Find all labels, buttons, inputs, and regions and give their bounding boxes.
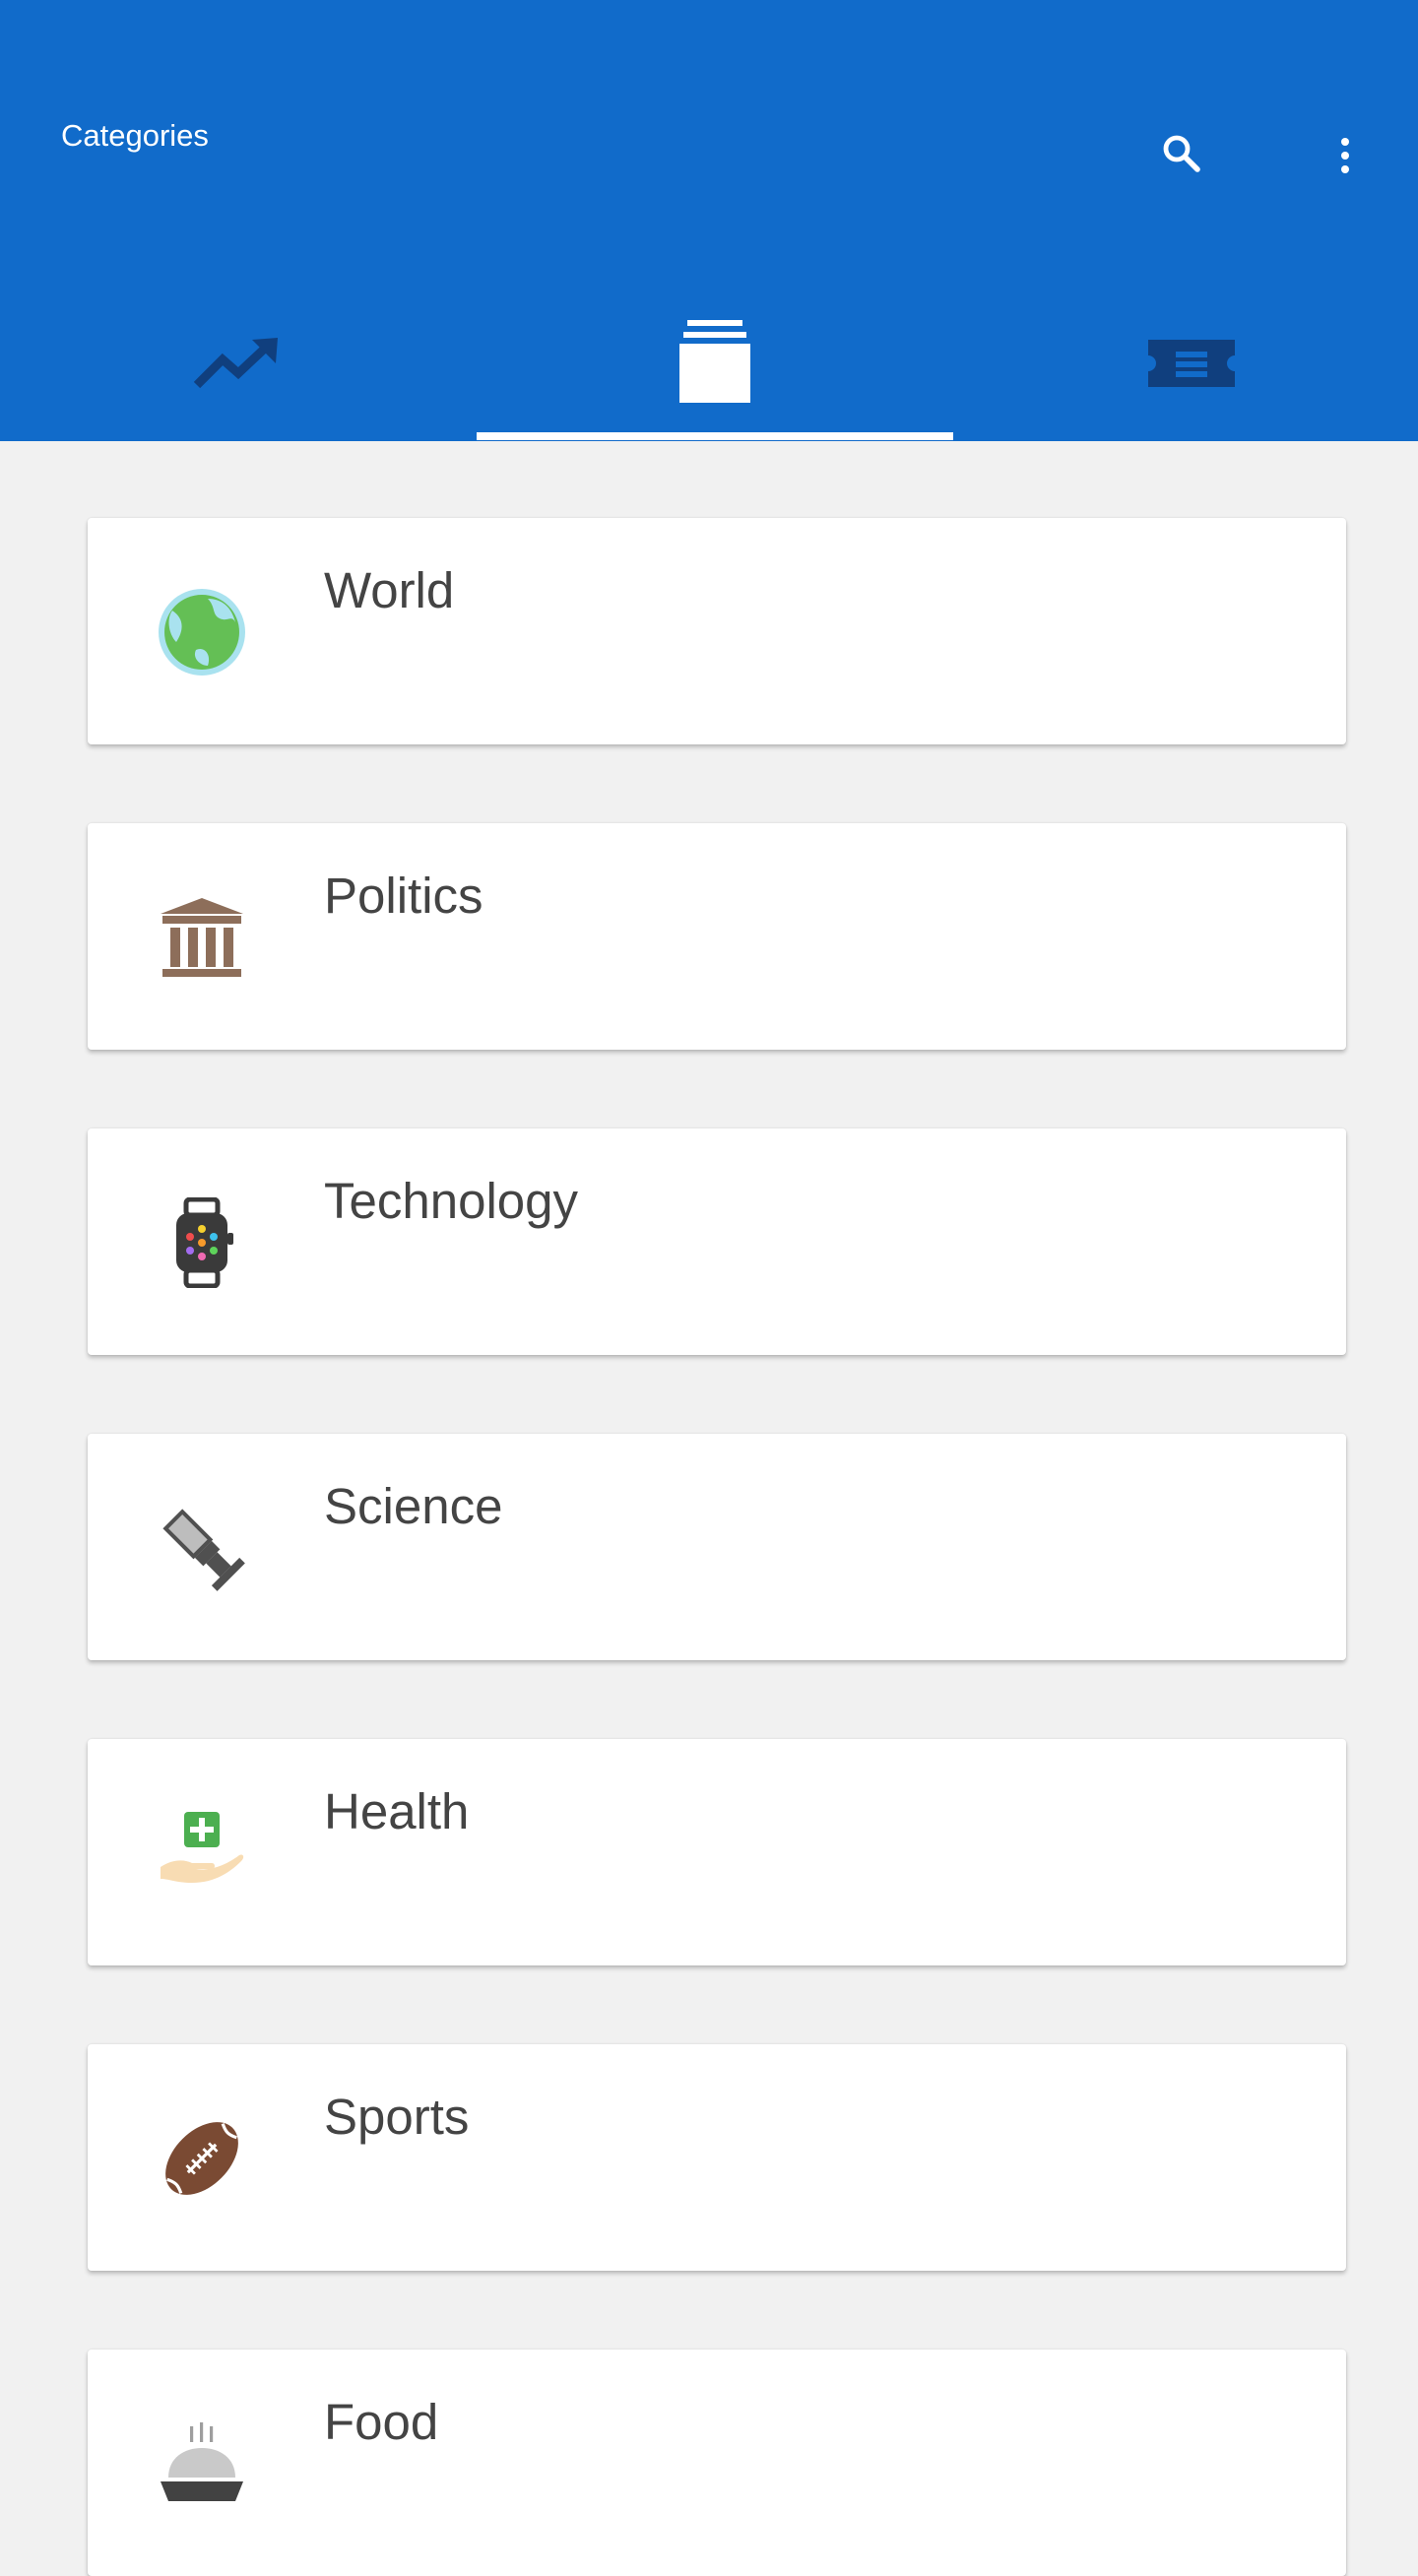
- government-building-icon: [157, 890, 247, 985]
- category-label: Science: [324, 1478, 503, 1534]
- category-card-technology[interactable]: Technology: [88, 1128, 1346, 1355]
- category-card-politics[interactable]: Politics: [88, 823, 1346, 1050]
- search-icon: [1163, 135, 1200, 172]
- category-card-world[interactable]: World: [88, 518, 1346, 744]
- category-card-science[interactable]: Science: [88, 1434, 1346, 1660]
- ticket-icon: [1148, 340, 1235, 387]
- category-card-health[interactable]: Health: [88, 1739, 1346, 1965]
- food-cloche-icon: [157, 2416, 247, 2511]
- globe-icon: [157, 585, 247, 679]
- category-label: Food: [324, 2394, 439, 2450]
- selected-tab-indicator: [477, 432, 953, 440]
- category-label: Sports: [324, 2089, 470, 2145]
- category-label: Politics: [324, 868, 483, 924]
- category-label: Health: [324, 1783, 470, 1839]
- category-card-sports[interactable]: Sports: [88, 2044, 1346, 2271]
- tab-tickets[interactable]: [953, 286, 1418, 441]
- category-label: World: [324, 562, 455, 618]
- football-icon: [157, 2111, 247, 2206]
- app-bar: Categories: [0, 0, 1418, 441]
- more-vert-icon: [1341, 138, 1349, 173]
- health-hand-icon: [157, 1806, 247, 1900]
- tab-categories[interactable]: [477, 286, 953, 441]
- telescope-icon: [157, 1501, 247, 1595]
- smartwatch-icon: [157, 1195, 247, 1290]
- category-label: Technology: [324, 1173, 579, 1229]
- page-title: Categories: [61, 118, 209, 153]
- category-card-food[interactable]: Food: [88, 2350, 1346, 2576]
- layers-stack-icon: [679, 320, 750, 403]
- more-options-button[interactable]: [1306, 116, 1385, 195]
- tab-trending[interactable]: [0, 286, 477, 441]
- trending-up-icon: [193, 338, 278, 389]
- search-button[interactable]: [1142, 114, 1221, 193]
